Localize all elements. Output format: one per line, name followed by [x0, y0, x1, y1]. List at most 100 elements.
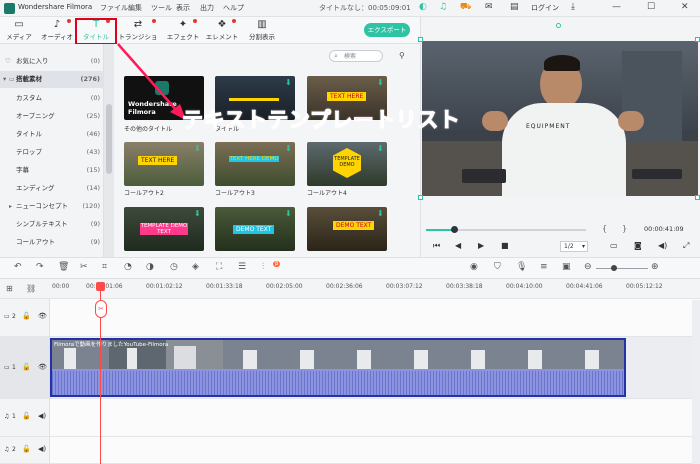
lock-icon[interactable]: 🔓 — [22, 363, 31, 371]
audio-stretch-icon[interactable]: ⫶ — [262, 262, 264, 272]
zoom-slider-track[interactable] — [596, 268, 648, 269]
lock-icon[interactable]: 🔓 — [22, 312, 31, 320]
sidebar-item-favorites[interactable]: ♡ お気に入り (0) — [0, 53, 104, 70]
download-icon[interactable]: ⬇ — [285, 78, 292, 87]
resize-handle[interactable] — [418, 195, 423, 200]
sidebar-item-simple-text[interactable]: シンプルテキスト (9) — [0, 216, 104, 233]
resize-handle[interactable] — [695, 195, 700, 200]
redo-icon[interactable]: ↷ — [36, 262, 44, 272]
tab-audio[interactable]: ♪ オーディオ — [40, 17, 74, 44]
playhead-handle[interactable] — [96, 282, 105, 291]
fit-icon[interactable]: ⛶ — [216, 262, 222, 272]
speaker-icon[interactable]: ◀) — [38, 412, 46, 420]
track-lane-audio-1[interactable] — [50, 399, 700, 437]
lock-icon[interactable]: 🔓 — [22, 445, 31, 453]
speed-icon[interactable]: ◔ — [124, 262, 132, 272]
download-icon[interactable]: ⤓ — [571, 2, 575, 12]
microphone-icon[interactable]: 🎙 — [516, 262, 527, 272]
template-thumb-row3-3[interactable]: DEMO TEXT ⬇ — [307, 207, 387, 251]
marker-icon[interactable]: ⛉ — [494, 262, 501, 272]
play-icon[interactable]: ▶ — [478, 241, 484, 250]
sidebar-item-callout[interactable]: コールアウト (9) — [0, 234, 104, 251]
tab-effects[interactable]: ✦ エフェクト — [166, 17, 200, 44]
zoom-in-icon[interactable]: ⊕ — [651, 262, 659, 272]
adjust-icon[interactable]: ☰ — [238, 262, 246, 272]
video-preview[interactable]: EQUIPMENT — [422, 41, 698, 196]
zoom-out-icon[interactable]: ⊖ — [584, 262, 592, 272]
track-lane-audio-2[interactable] — [50, 437, 700, 464]
volume-icon[interactable]: ◀) — [658, 241, 667, 250]
maximize-icon[interactable]: ☐ — [647, 2, 655, 12]
sidebar-item-subtitles[interactable]: 字幕 (15) — [0, 162, 104, 179]
template-thumb-callout4[interactable]: TEMPLATE DEMO ⬇ — [307, 142, 387, 186]
link-icon[interactable]: ⛓ — [26, 284, 36, 293]
track-settings-icon[interactable]: ≡ — [540, 262, 548, 272]
download-icon[interactable]: ⬇ — [377, 209, 384, 218]
menu-view[interactable]: 表示 — [176, 3, 190, 13]
tab-transitions[interactable]: ⇄ トランジション — [117, 17, 159, 51]
light-bulb-icon[interactable]: ◐ — [419, 2, 427, 12]
close-icon[interactable]: ✕ — [681, 2, 689, 12]
template-thumb-row3-2[interactable]: DEMO TEXT ⬇ — [215, 207, 295, 251]
headset-icon[interactable]: ♫ — [439, 2, 447, 12]
resize-handle[interactable] — [695, 37, 700, 42]
sidebar-item-titles[interactable]: タイトル (46) — [0, 126, 104, 143]
template-thumb-callout2[interactable]: TEXT HERE ⬇ — [124, 142, 204, 186]
search-input[interactable]: ⌕ 検索 — [329, 50, 383, 62]
login-link[interactable]: ログイン — [531, 3, 559, 13]
cut-icon[interactable]: ✂ — [80, 262, 88, 272]
mark-in-icon[interactable]: { — [602, 224, 607, 233]
playback-quality-select[interactable]: 1/2 ▾ — [560, 241, 588, 252]
split-scissors-icon[interactable]: ✂ — [95, 300, 107, 318]
download-icon[interactable]: ⬇ — [377, 144, 384, 153]
mark-out-icon[interactable]: } — [622, 224, 627, 233]
menu-output[interactable]: 出力 — [200, 3, 214, 13]
sidebar-item-opening[interactable]: オープニング (25) — [0, 108, 104, 125]
template-thumb-callout3[interactable]: TEXT HERE DEMO ⬇ — [215, 142, 295, 186]
filter-icon[interactable]: ⚲ — [399, 51, 405, 60]
tab-media[interactable]: ▭ メディア — [4, 17, 34, 44]
color-icon[interactable]: ◑ — [146, 262, 154, 272]
cart-icon[interactable]: ⛟ — [460, 2, 471, 13]
sidebar-scrollbar[interactable] — [104, 44, 114, 257]
download-icon[interactable]: ⬇ — [194, 209, 201, 218]
monitor-icon[interactable]: ▭ — [610, 241, 618, 250]
sidebar-item-new-concept[interactable]: ▸ ニューコンセプト (120) — [0, 198, 104, 215]
sidebar-item-ending[interactable]: エンディング (14) — [0, 180, 104, 197]
export-button[interactable]: エクスポート — [364, 23, 410, 37]
download-icon[interactable]: ⬇ — [285, 209, 292, 218]
download-icon[interactable]: ⬇ — [194, 144, 201, 153]
stop-icon[interactable]: ■ — [501, 241, 509, 250]
freeze-frame-icon[interactable]: ◷ — [170, 262, 178, 272]
download-icon[interactable]: ⬇ — [285, 144, 292, 153]
speaker-icon[interactable]: ◀) — [38, 445, 46, 453]
tab-elements[interactable]: ❖ エレメント — [205, 17, 239, 44]
lock-icon[interactable]: 🔓 — [22, 412, 31, 420]
resize-handle[interactable] — [418, 37, 423, 42]
zoom-slider-knob[interactable] — [611, 265, 617, 271]
menu-help[interactable]: ヘルプ — [223, 3, 244, 13]
tab-split-screen[interactable]: ▥ 分割表示 — [243, 17, 281, 44]
keyframe-icon[interactable]: ◈ — [192, 262, 199, 272]
eye-icon[interactable]: 👁 — [38, 312, 47, 320]
menu-file[interactable]: ファイル — [100, 3, 128, 13]
sidebar-item-builtin[interactable]: ▾ ▭ 搭載素材 (276) — [0, 71, 104, 88]
message-icon[interactable]: ✉ — [485, 2, 493, 12]
step-back-icon[interactable]: ⏮ — [433, 241, 440, 251]
menu-tools[interactable]: ツール — [151, 3, 172, 13]
crop-icon[interactable]: ⌗ — [102, 262, 107, 272]
sidebar-item-telop[interactable]: テロップ (43) — [0, 144, 104, 161]
save-icon[interactable]: ▤ — [510, 2, 519, 12]
rotate-handle[interactable] — [556, 23, 561, 28]
play-reverse-icon[interactable]: ◀ — [455, 241, 461, 250]
sidebar-item-custom[interactable]: カスタム (0) — [0, 90, 104, 107]
undo-icon[interactable]: ↶ — [14, 262, 22, 272]
download-icon[interactable]: ⬇ — [377, 78, 384, 87]
snapshot-camera-icon[interactable]: ◙ — [634, 241, 642, 250]
render-icon[interactable]: ◉ — [470, 262, 478, 272]
add-track-icon[interactable]: ⊞ — [6, 284, 13, 293]
fullscreen-icon[interactable]: ⤢ — [683, 241, 689, 251]
track-lane-video-2[interactable] — [50, 299, 700, 337]
timeline-scrollbar[interactable] — [692, 300, 700, 464]
eye-icon[interactable]: 👁 — [38, 363, 47, 371]
